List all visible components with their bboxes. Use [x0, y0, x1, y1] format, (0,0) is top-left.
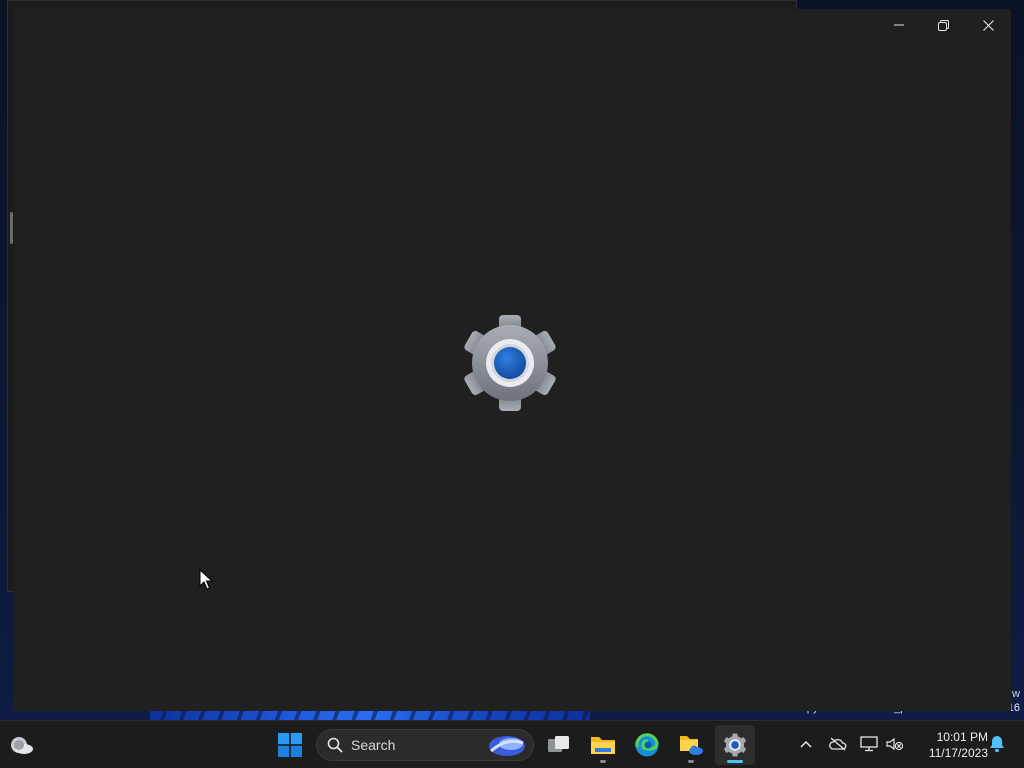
- clock-time: 10:01 PM: [936, 730, 988, 744]
- running-indicator: [688, 760, 694, 763]
- chevron-up-icon: [800, 740, 812, 748]
- windows-start-icon: [278, 733, 302, 757]
- desktop: Evaluation copy. Build 26000.rs_prerelea…: [0, 0, 1024, 720]
- background-window-scrollbar[interactable]: [10, 212, 13, 244]
- taskbar-app-settings[interactable]: [715, 725, 755, 765]
- search-highlight-art-icon: [489, 736, 525, 756]
- edge-icon: [635, 733, 659, 757]
- volume-button[interactable]: [884, 733, 906, 755]
- notification-center-button[interactable]: [986, 733, 1008, 755]
- taskbar-app-task-view[interactable]: [539, 725, 579, 765]
- taskbar-clock[interactable]: 10:01 PM 11/17/2023: [912, 729, 988, 761]
- network-icon: [860, 736, 878, 752]
- onedrive-status-button[interactable]: [827, 733, 849, 755]
- active-indicator: [727, 760, 743, 763]
- search-icon: [327, 737, 343, 753]
- taskbar: Search 10:01 PM 11/17/2023: [0, 720, 1024, 768]
- clock-date: 11/17/2023: [928, 746, 988, 760]
- notification-bell-icon: [990, 736, 1004, 752]
- settings-gear-icon: [724, 733, 746, 757]
- taskbar-app-file-explorer[interactable]: [583, 725, 623, 765]
- close-icon: [983, 19, 994, 31]
- mouse-cursor-icon: [199, 569, 213, 590]
- close-button[interactable]: [966, 9, 1011, 41]
- widgets-button[interactable]: [2, 725, 42, 765]
- network-status-button[interactable]: [858, 733, 880, 755]
- restore-button[interactable]: [921, 9, 966, 41]
- minimize-icon: [893, 24, 904, 26]
- volume-muted-icon: [886, 737, 904, 751]
- weather-cloud-icon: [11, 737, 33, 754]
- search-label: Search: [351, 737, 396, 753]
- onedrive-offline-icon: [829, 737, 847, 751]
- folder-cloud-icon: [680, 736, 703, 755]
- start-button[interactable]: [270, 725, 310, 765]
- running-indicator: [600, 760, 606, 763]
- settings-splash-window[interactable]: [14, 9, 1011, 711]
- task-view-icon: [548, 736, 569, 752]
- restore-icon: [938, 19, 949, 31]
- watermark-corner-text-bottom: 6: [1013, 702, 1020, 714]
- show-hidden-icons-button[interactable]: [795, 733, 817, 755]
- taskbar-app-file-explorer-onedrive[interactable]: [671, 725, 711, 765]
- settings-gear-icon: [464, 315, 556, 411]
- taskbar-search-box[interactable]: Search: [316, 729, 534, 761]
- caption-buttons: [876, 9, 1011, 41]
- taskbar-app-edge[interactable]: [627, 725, 667, 765]
- folder-icon: [591, 737, 615, 754]
- minimize-button[interactable]: [876, 9, 921, 41]
- watermark-corner-text-top: w: [1012, 688, 1020, 700]
